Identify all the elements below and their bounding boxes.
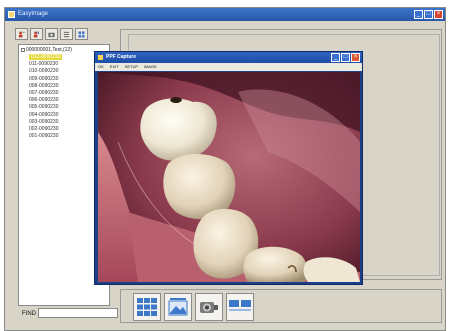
capture-maximize-button[interactable]: □	[341, 53, 350, 62]
maximize-button[interactable]: □	[424, 10, 433, 19]
single-image-icon	[168, 298, 188, 316]
tree-item[interactable]: 009-0090230	[29, 76, 58, 82]
tree-item[interactable]: 012-0090230	[29, 54, 63, 60]
intraoral-camera-icon	[200, 302, 218, 313]
minimize-button[interactable]: _	[414, 10, 423, 19]
tree-item[interactable]: 010-0090230	[29, 68, 58, 74]
dual-layout-icon	[229, 300, 251, 311]
user-add-icon	[18, 31, 25, 37]
dual-layout-button[interactable]	[226, 293, 254, 321]
capture-button[interactable]	[45, 28, 58, 40]
tree-item[interactable]: 004-0090230	[29, 112, 58, 118]
window-controls: _ □ ×	[414, 10, 443, 19]
single-image-button[interactable]	[164, 293, 192, 321]
window-title: EasyImage	[18, 11, 49, 17]
thumbnail-bar	[120, 289, 442, 323]
edit-patient-button[interactable]	[30, 28, 43, 40]
close-button[interactable]: ×	[434, 10, 443, 19]
capture-app-icon	[98, 55, 103, 60]
tree-item[interactable]: 008-0090230	[29, 83, 58, 89]
list-view-button[interactable]	[60, 28, 73, 40]
list-view-icon	[63, 31, 70, 37]
capture-menu-bar: OK EXIT SETUP IMAGE	[95, 63, 362, 71]
find-label: FIND	[22, 311, 36, 317]
capture-minimize-button[interactable]: _	[331, 53, 340, 62]
tree-item[interactable]: 011-0090230	[29, 61, 58, 67]
menu-ok[interactable]: OK	[98, 63, 104, 71]
tree-root-label: 000000001,Test,(12)	[26, 47, 72, 53]
capture-close-button[interactable]: ×	[351, 53, 360, 62]
add-patient-button[interactable]	[15, 28, 28, 40]
grid-view-icon	[78, 30, 85, 38]
toolbar	[15, 28, 109, 41]
tree-root[interactable]: 000000001,Test,(12)	[21, 47, 72, 53]
user-edit-icon	[33, 30, 39, 37]
grid-layout-button[interactable]	[133, 293, 161, 321]
capture-window: PPF Capture _ □ × OK EXIT SETUP IMAGE	[94, 51, 363, 285]
intraoral-camera-button[interactable]	[195, 293, 223, 321]
tree-item[interactable]: 005-0090230	[29, 104, 58, 110]
menu-image[interactable]: IMAGE	[144, 63, 157, 71]
menu-setup[interactable]: SETUP	[125, 63, 138, 71]
grid-layout-icon	[137, 298, 157, 316]
intraoral-photo	[98, 72, 360, 282]
tree-item[interactable]: 002-0090230	[29, 126, 58, 132]
tree-item[interactable]: 007-0090230	[29, 90, 58, 96]
find-input[interactable]	[38, 308, 118, 318]
camera-icon	[48, 32, 55, 37]
main-title-bar[interactable]: EasyImage _ □ ×	[5, 8, 445, 21]
expand-toggle-icon[interactable]	[21, 47, 25, 52]
capture-window-controls: _ □ ×	[331, 53, 360, 62]
tree-item[interactable]: 001-0090230	[29, 133, 58, 139]
app-icon	[8, 11, 15, 18]
menu-exit[interactable]: EXIT	[110, 63, 119, 71]
tree-item[interactable]: 006-0090230	[29, 97, 58, 103]
capture-window-title: PPF Capture	[106, 54, 137, 60]
grid-view-button[interactable]	[75, 28, 88, 40]
capture-title-bar[interactable]: PPF Capture _ □ ×	[95, 52, 362, 63]
intraoral-image	[98, 72, 360, 282]
tree-item[interactable]: 003-0090230	[29, 119, 58, 125]
